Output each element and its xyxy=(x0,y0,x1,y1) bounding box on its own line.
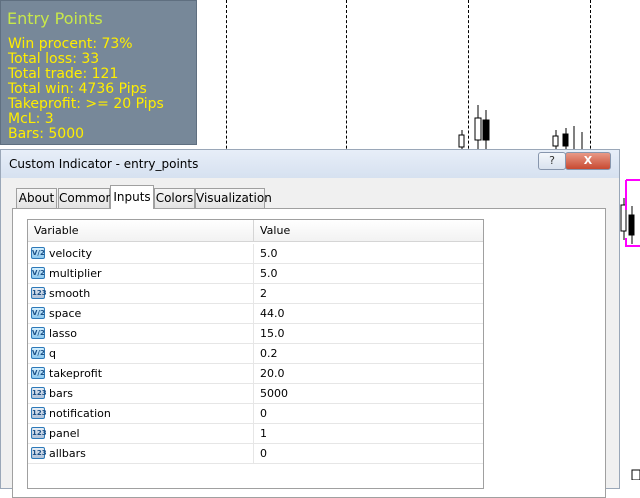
variable-value[interactable]: 5000 xyxy=(260,384,288,403)
total-trade-line: Total trade: 121 xyxy=(8,66,119,82)
variable-value[interactable]: 2 xyxy=(260,284,267,303)
tab-inputs[interactable]: Inputs xyxy=(110,185,154,209)
custom-indicator-dialog: Custom Indicator - entry_points ? X Abou… xyxy=(0,149,620,498)
integer-type-icon: 123 xyxy=(31,447,47,459)
tab-about[interactable]: About xyxy=(16,188,57,208)
total-loss-line: Total loss: 33 xyxy=(8,51,100,67)
dialog-title: Custom Indicator - entry_points xyxy=(9,157,199,171)
close-button[interactable]: X xyxy=(565,152,611,170)
variable-value[interactable]: 20.0 xyxy=(260,364,285,383)
variable-name: takeprofit xyxy=(49,367,103,380)
help-button[interactable]: ? xyxy=(538,152,566,170)
integer-type-icon: 123 xyxy=(31,287,47,299)
tab-colors[interactable]: Colors xyxy=(154,188,195,208)
dialog-titlebar[interactable]: Custom Indicator - entry_points ? X xyxy=(1,150,619,178)
inputs-table: Variable Value V/2 velocity 5.0 V/2 multip… xyxy=(27,219,484,489)
variable-name: velocity xyxy=(49,247,92,260)
double-type-icon: V/2 xyxy=(31,247,45,259)
tab-visualization[interactable]: Visualization xyxy=(195,188,272,208)
info-panel-title: Entry Points xyxy=(7,9,103,28)
variable-name: notification xyxy=(49,407,111,420)
mcl-line: McL: 3 xyxy=(8,111,54,127)
variable-name: bars xyxy=(49,387,73,400)
variable-name: allbars xyxy=(49,447,86,460)
variable-name: multiplier xyxy=(49,267,102,280)
table-row[interactable]: 123 panel 1 xyxy=(28,424,483,444)
variable-value[interactable]: 0 xyxy=(260,444,267,463)
double-type-icon: V/2 xyxy=(31,267,45,279)
table-row[interactable]: V/2 q 0.2 xyxy=(28,344,483,364)
total-win-line: Total win: 4736 Pips xyxy=(8,81,147,97)
variable-name: lasso xyxy=(49,327,77,340)
integer-type-icon: 123 xyxy=(31,387,47,399)
double-type-icon: V/2 xyxy=(31,307,45,319)
integer-type-icon: 123 xyxy=(31,427,47,439)
column-header-variable[interactable]: Variable xyxy=(28,220,254,242)
table-row[interactable]: V/2 velocity 5.0 xyxy=(28,244,483,264)
table-row[interactable]: V/2 lasso 15.0 xyxy=(28,324,483,344)
entry-points-info-panel: Entry Points Win procent: 73% Total loss… xyxy=(0,0,197,145)
tab-common[interactable]: Common xyxy=(58,188,113,208)
column-header-value[interactable]: Value xyxy=(254,220,483,242)
double-type-icon: V/2 xyxy=(31,327,45,339)
variable-value[interactable]: 0 xyxy=(260,404,267,423)
dialog-body: About Common Inputs Colors Visualization… xyxy=(1,178,619,498)
variable-name: space xyxy=(49,307,82,320)
takeprofit-line: Takeprofit: >= 20 Pips xyxy=(8,96,164,112)
integer-type-icon: 123 xyxy=(31,407,47,419)
variable-value[interactable]: 0.2 xyxy=(260,344,278,363)
variable-name: smooth xyxy=(49,287,91,300)
variable-value[interactable]: 5.0 xyxy=(260,244,278,263)
table-row[interactable]: V/2 multiplier 5.0 xyxy=(28,264,483,284)
bars-line: Bars: 5000 xyxy=(8,126,85,142)
table-row[interactable]: 123 smooth 2 xyxy=(28,284,483,304)
table-row[interactable]: 123 notification 0 xyxy=(28,404,483,424)
variable-name: panel xyxy=(49,427,80,440)
double-type-icon: V/2 xyxy=(31,367,45,379)
variable-name: q xyxy=(49,347,56,360)
table-row[interactable]: 123 allbars 0 xyxy=(28,444,483,464)
variable-value[interactable]: 44.0 xyxy=(260,304,285,323)
double-type-icon: V/2 xyxy=(31,347,45,359)
variable-value[interactable]: 15.0 xyxy=(260,324,285,343)
inputs-tab-panel: Variable Value V/2 velocity 5.0 V/2 multip… xyxy=(12,208,606,498)
variable-value[interactable]: 5.0 xyxy=(260,264,278,283)
table-row[interactable]: 123 bars 5000 xyxy=(28,384,483,404)
variable-value[interactable]: 1 xyxy=(260,424,267,443)
table-row[interactable]: V/2 takeprofit 20.0 xyxy=(28,364,483,384)
table-row[interactable]: V/2 space 44.0 xyxy=(28,304,483,324)
win-percent-line: Win procent: 73% xyxy=(8,36,133,52)
